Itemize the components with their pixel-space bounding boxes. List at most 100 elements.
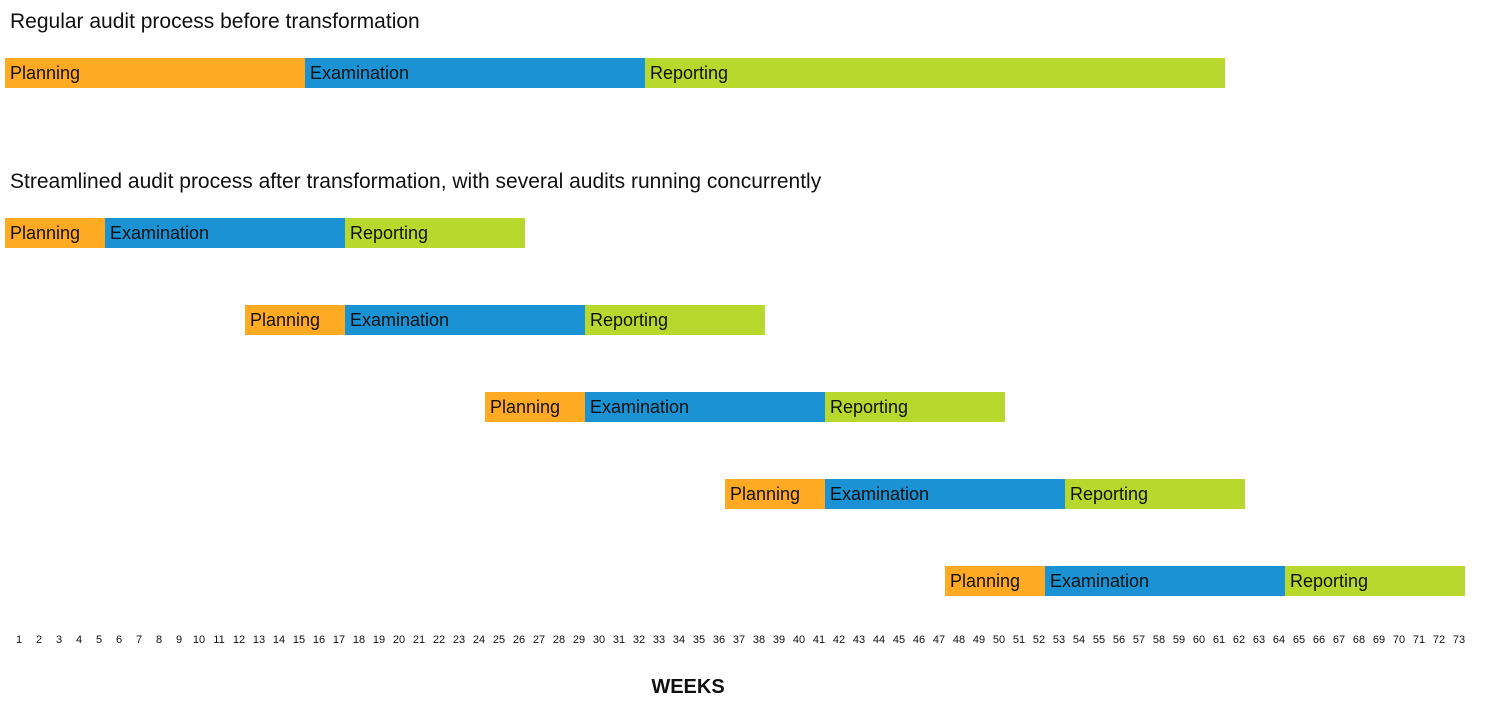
x-tick-label: 14	[272, 634, 286, 646]
x-tick-label: 67	[1332, 634, 1346, 646]
x-tick-label: 36	[712, 634, 726, 646]
x-tick-label: 21	[412, 634, 426, 646]
x-tick-label: 70	[1392, 634, 1406, 646]
phase-examination: Examination	[105, 218, 345, 248]
phase-reporting: Reporting	[825, 392, 1005, 422]
x-tick-label: 15	[292, 634, 306, 646]
x-tick-label: 55	[1092, 634, 1106, 646]
x-tick-label: 71	[1412, 634, 1426, 646]
x-tick-label: 31	[612, 634, 626, 646]
x-tick-label: 73	[1452, 634, 1466, 646]
phase-reporting: Reporting	[345, 218, 525, 248]
x-tick-label: 29	[572, 634, 586, 646]
x-tick-label: 56	[1112, 634, 1126, 646]
x-tick-label: 11	[213, 634, 225, 646]
x-tick-label: 2	[35, 634, 43, 646]
x-tick-label: 54	[1072, 634, 1086, 646]
x-tick-label: 19	[372, 634, 386, 646]
section-title-after: Streamlined audit process after transfor…	[10, 170, 822, 193]
phase-examination: Examination	[305, 58, 645, 88]
x-tick-label: 35	[692, 634, 706, 646]
phase-reporting: Reporting	[645, 58, 1225, 88]
phase-reporting: Reporting	[1285, 566, 1465, 596]
x-tick-label: 57	[1132, 634, 1146, 646]
x-tick-label: 3	[55, 634, 63, 646]
phase-planning: Planning	[5, 58, 305, 88]
x-tick-label: 38	[752, 634, 766, 646]
x-tick-label: 42	[832, 634, 846, 646]
x-tick-label: 8	[155, 634, 163, 646]
x-tick-label: 9	[175, 634, 183, 646]
x-tick-label: 7	[135, 634, 143, 646]
x-tick-label: 20	[392, 634, 406, 646]
x-tick-label: 47	[932, 634, 946, 646]
x-tick-label: 58	[1152, 634, 1166, 646]
x-tick-label: 37	[732, 634, 746, 646]
audit-bar-streamlined-3: Planning Examination Reporting	[0, 392, 1493, 422]
x-tick-label: 28	[552, 634, 566, 646]
x-tick-label: 43	[852, 634, 866, 646]
x-tick-label: 12	[232, 634, 246, 646]
phase-reporting: Reporting	[1065, 479, 1245, 509]
x-axis-weeks: 1 2 3 4 5 6 7 8 9 10 11 12 13 14 15 16 17 18 19 20 21 22 23 24 2…	[0, 634, 1493, 650]
x-tick-label: 50	[992, 634, 1006, 646]
phase-examination: Examination	[345, 305, 585, 335]
x-tick-label: 66	[1312, 634, 1326, 646]
x-tick-label: 46	[912, 634, 926, 646]
x-tick-label: 5	[95, 634, 103, 646]
audit-bar-regular: Planning Examination Reporting	[0, 58, 1493, 88]
x-tick-label: 53	[1052, 634, 1066, 646]
x-tick-label: 4	[75, 634, 83, 646]
x-tick-label: 16	[312, 634, 326, 646]
x-tick-label: 64	[1272, 634, 1286, 646]
x-axis-label: WEEKS	[651, 676, 725, 698]
x-tick-label: 52	[1032, 634, 1046, 646]
x-tick-label: 65	[1292, 634, 1306, 646]
audit-bar-streamlined-4: Planning Examination Reporting	[0, 479, 1493, 509]
phase-planning: Planning	[725, 479, 825, 509]
x-tick-label: 48	[952, 634, 966, 646]
section-title-before: Regular audit process before transformat…	[10, 10, 420, 33]
x-tick-label: 61	[1212, 634, 1226, 646]
phase-examination: Examination	[1045, 566, 1285, 596]
x-tick-label: 18	[352, 634, 366, 646]
x-tick-label: 60	[1192, 634, 1206, 646]
x-tick-label: 27	[532, 634, 546, 646]
x-tick-label: 69	[1372, 634, 1386, 646]
x-tick-label: 59	[1172, 634, 1186, 646]
x-tick-label: 51	[1012, 634, 1026, 646]
phase-reporting: Reporting	[585, 305, 765, 335]
x-tick-label: 72	[1432, 634, 1446, 646]
x-tick-label: 17	[332, 634, 346, 646]
x-tick-label: 24	[472, 634, 486, 646]
phase-planning: Planning	[245, 305, 345, 335]
audit-bar-streamlined-5: Planning Examination Reporting	[0, 566, 1493, 596]
x-tick-label: 49	[972, 634, 986, 646]
x-tick-label: 10	[192, 634, 206, 646]
x-tick-label: 23	[452, 634, 466, 646]
x-tick-label: 22	[432, 634, 446, 646]
x-tick-label: 44	[872, 634, 886, 646]
x-tick-label: 26	[512, 634, 526, 646]
phase-examination: Examination	[585, 392, 825, 422]
phase-examination: Examination	[825, 479, 1065, 509]
audit-bar-streamlined-1: Planning Examination Reporting	[0, 218, 1493, 248]
x-tick-label: 1	[15, 634, 23, 646]
x-tick-label: 39	[772, 634, 786, 646]
x-tick-label: 62	[1232, 634, 1246, 646]
x-tick-label: 45	[892, 634, 906, 646]
x-tick-label: 30	[592, 634, 606, 646]
audit-bar-streamlined-2: Planning Examination Reporting	[0, 305, 1493, 335]
x-tick-label: 68	[1352, 634, 1366, 646]
phase-planning: Planning	[5, 218, 105, 248]
x-tick-label: 63	[1252, 634, 1266, 646]
x-tick-label: 32	[632, 634, 646, 646]
x-tick-label: 6	[115, 634, 123, 646]
x-tick-label: 40	[792, 634, 806, 646]
phase-planning: Planning	[945, 566, 1045, 596]
x-tick-label: 34	[672, 634, 686, 646]
x-tick-label: 33	[652, 634, 666, 646]
x-tick-label: 25	[492, 634, 506, 646]
x-tick-label: 13	[252, 634, 266, 646]
phase-planning: Planning	[485, 392, 585, 422]
